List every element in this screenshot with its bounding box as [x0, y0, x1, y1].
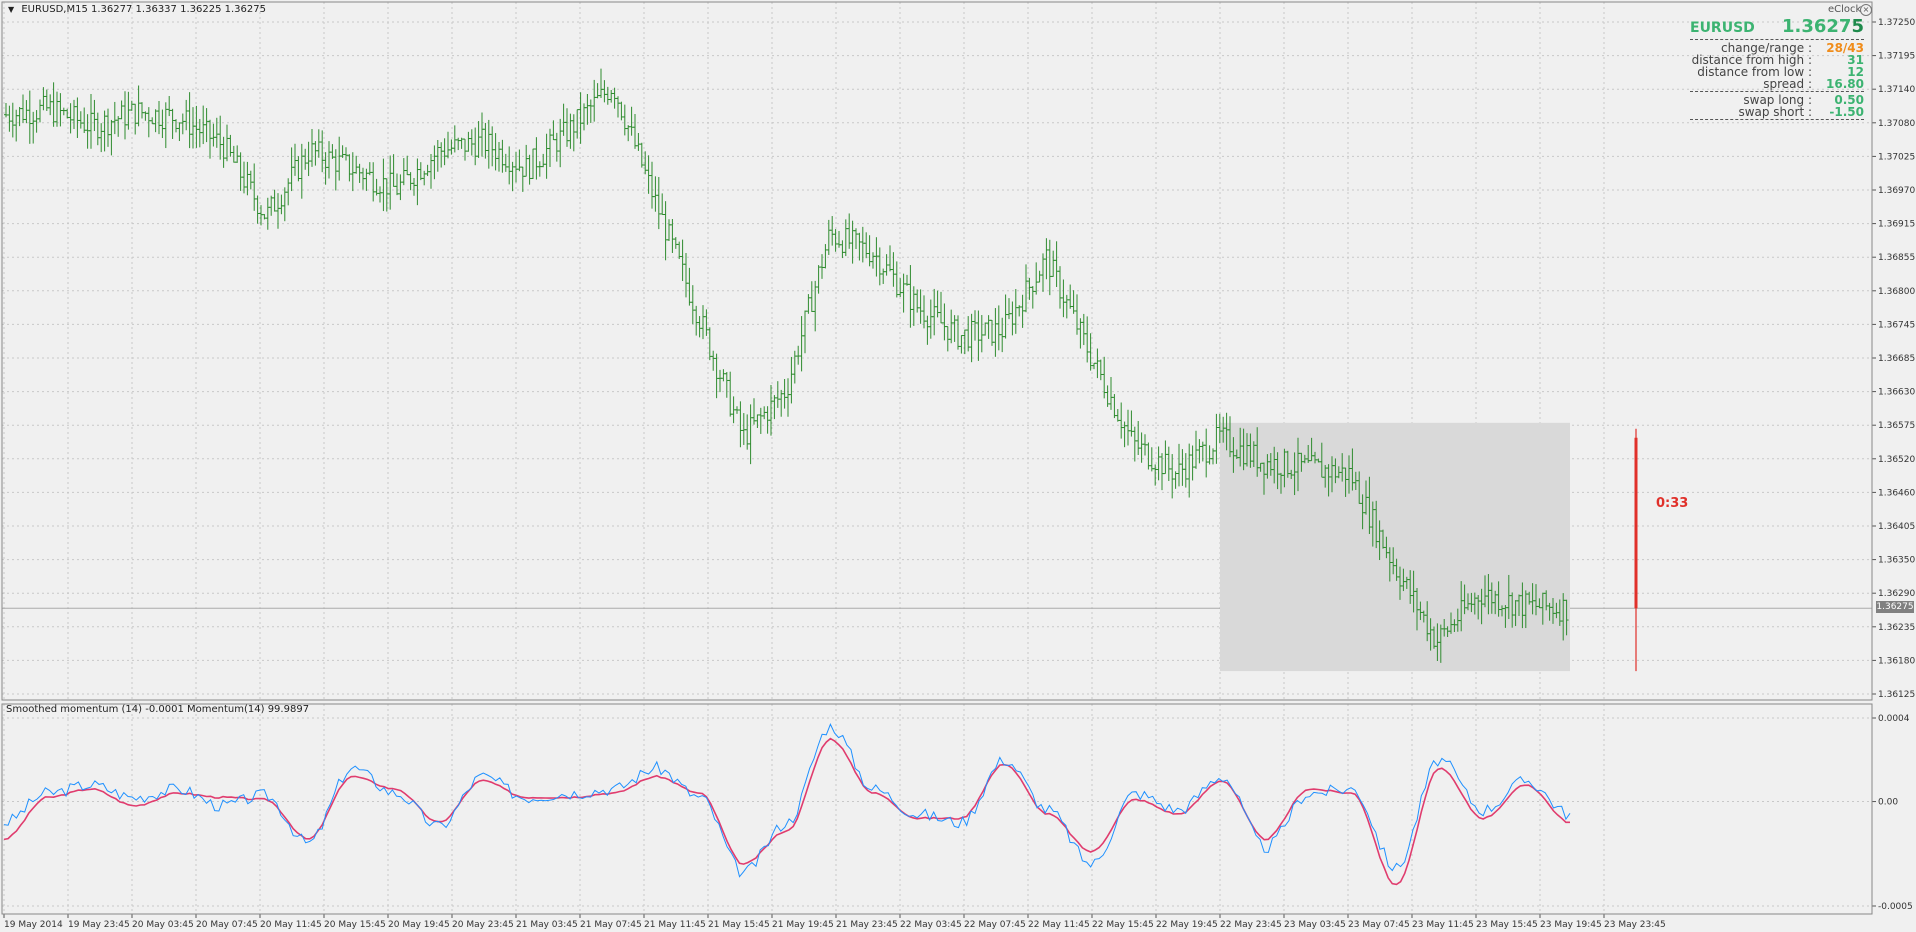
symbol-timeframe: EURUSD,M15 — [21, 4, 88, 15]
dropdown-triangle-icon[interactable]: ▼ — [8, 5, 14, 14]
time-label: 20 May 03:45 — [132, 920, 194, 930]
info-price-last-digit: 5 — [1851, 16, 1864, 37]
price-label: 1.36855 — [1878, 253, 1915, 263]
price-label: 1.37080 — [1878, 119, 1915, 129]
current-price-tag: 1.36275 — [1876, 601, 1914, 613]
candle-timer: 0:33 — [1656, 496, 1689, 511]
time-label: 21 May 15:45 — [708, 920, 770, 930]
info-row-spread: spread : 16.80 — [1690, 78, 1864, 90]
price-label: 1.36235 — [1878, 623, 1915, 633]
momentum-lines — [3, 723, 1571, 886]
time-label: 23 May 07:45 — [1348, 920, 1410, 930]
time-label: 22 May 11:45 — [1028, 920, 1090, 930]
time-label: 20 May 15:45 — [324, 920, 386, 930]
time-label: 23 May 11:45 — [1412, 920, 1474, 930]
symbol-row: EURUSD 1.36275 — [1690, 16, 1864, 38]
price-label: 1.36970 — [1878, 186, 1915, 196]
price-label: 1.36575 — [1878, 421, 1915, 431]
session-range-box — [1220, 422, 1570, 672]
time-label: 23 May 03:45 — [1284, 920, 1346, 930]
time-label: 22 May 07:45 — [964, 920, 1026, 930]
time-label: 21 May 03:45 — [516, 920, 578, 930]
time-label: 22 May 19:45 — [1156, 920, 1218, 930]
price-label: 1.37140 — [1878, 85, 1915, 95]
chart-frames — [1, 1, 1873, 915]
main-chart-frame — [1, 1, 1873, 701]
price-label: 1.36290 — [1878, 589, 1915, 599]
price-label: 1.36745 — [1878, 320, 1915, 330]
trading-chart[interactable]: 1.37250 1.37195 1.37140 1.37080 1.37025 1.369… — [0, 0, 1916, 932]
ohlc-values: 1.36277 1.36337 1.36225 1.36275 — [91, 4, 266, 15]
time-label: 23 May 15:45 — [1476, 920, 1538, 930]
info-row-swap-short: swap short : -1.50 — [1690, 106, 1864, 118]
momentum-line — [3, 723, 1571, 878]
info-price: 1.36275 — [1782, 16, 1864, 37]
main-chart-grid — [2, 2, 1872, 700]
price-label: 1.36685 — [1878, 354, 1915, 364]
time-label: 21 May 11:45 — [644, 920, 706, 930]
time-axis[interactable]: 19 May 2014 19 May 23:45 20 May 03:45 20 Ma… — [3, 914, 1666, 930]
time-label: 20 May 23:45 — [452, 920, 514, 930]
indicator-label: -0.0005 — [1878, 902, 1913, 912]
price-label: 1.36405 — [1878, 522, 1915, 532]
time-label: 20 May 07:45 — [196, 920, 258, 930]
clock-widget-label: eClock — [1828, 4, 1862, 15]
info-symbol: EURUSD — [1690, 20, 1755, 36]
price-label: 1.36350 — [1878, 556, 1915, 566]
price-label: 1.37250 — [1878, 18, 1915, 28]
time-label: 22 May 15:45 — [1092, 920, 1154, 930]
indicator-axis[interactable]: 0.0004 0.00 -0.0005 — [1872, 714, 1913, 912]
indicator-grid — [2, 704, 1872, 914]
separator — [1690, 119, 1864, 120]
price-label: 1.36630 — [1878, 388, 1915, 398]
time-label: 20 May 19:45 — [388, 920, 450, 930]
info-label: spread : — [1763, 77, 1812, 91]
price-label: 1.37195 — [1878, 52, 1915, 62]
info-price-main: 1.3627 — [1782, 16, 1852, 37]
indicator-label: 0.0004 — [1878, 714, 1910, 724]
info-value: -1.50 — [1829, 105, 1864, 119]
price-label: 1.36915 — [1878, 220, 1915, 230]
indicator-label: 0.00 — [1878, 798, 1898, 808]
time-label: 21 May 07:45 — [580, 920, 642, 930]
time-label: 22 May 03:45 — [900, 920, 962, 930]
info-label: swap short : — [1738, 105, 1812, 119]
separator — [1690, 91, 1864, 92]
chart-header[interactable]: ▼ EURUSD,M15 1.36277 1.36337 1.36225 1.3… — [8, 4, 266, 15]
price-label: 1.36520 — [1878, 455, 1915, 465]
separator — [1690, 39, 1864, 40]
time-label: 23 May 19:45 — [1540, 920, 1602, 930]
price-label: 1.37025 — [1878, 152, 1915, 162]
session-box — [1220, 422, 1570, 672]
time-label: 19 May 23:45 — [68, 920, 130, 930]
indicator-frame — [1, 703, 1873, 915]
price-label: 1.36180 — [1878, 656, 1915, 666]
time-label: 22 May 23:45 — [1220, 920, 1282, 930]
time-label: 20 May 11:45 — [260, 920, 322, 930]
time-label: 19 May 2014 — [4, 920, 63, 930]
indicator-header: Smoothed momentum (14) -0.0001 Momentum(… — [6, 704, 310, 715]
time-label: 21 May 19:45 — [772, 920, 834, 930]
time-label: 23 May 23:45 — [1604, 920, 1666, 930]
price-label: 1.36125 — [1878, 690, 1915, 700]
symbol-info-panel: EURUSD 1.36275 change/range :28/43 dista… — [1690, 16, 1864, 122]
price-label: 1.36460 — [1878, 488, 1915, 498]
price-label: 1.36800 — [1878, 287, 1915, 297]
close-icon[interactable]: × — [1860, 4, 1872, 16]
smoothed-momentum-line — [3, 737, 1570, 886]
info-value: 16.80 — [1826, 77, 1864, 91]
price-axis[interactable]: 1.37250 1.37195 1.37140 1.37080 1.37025 1.369… — [1872, 18, 1915, 700]
time-label: 21 May 23:45 — [836, 920, 898, 930]
